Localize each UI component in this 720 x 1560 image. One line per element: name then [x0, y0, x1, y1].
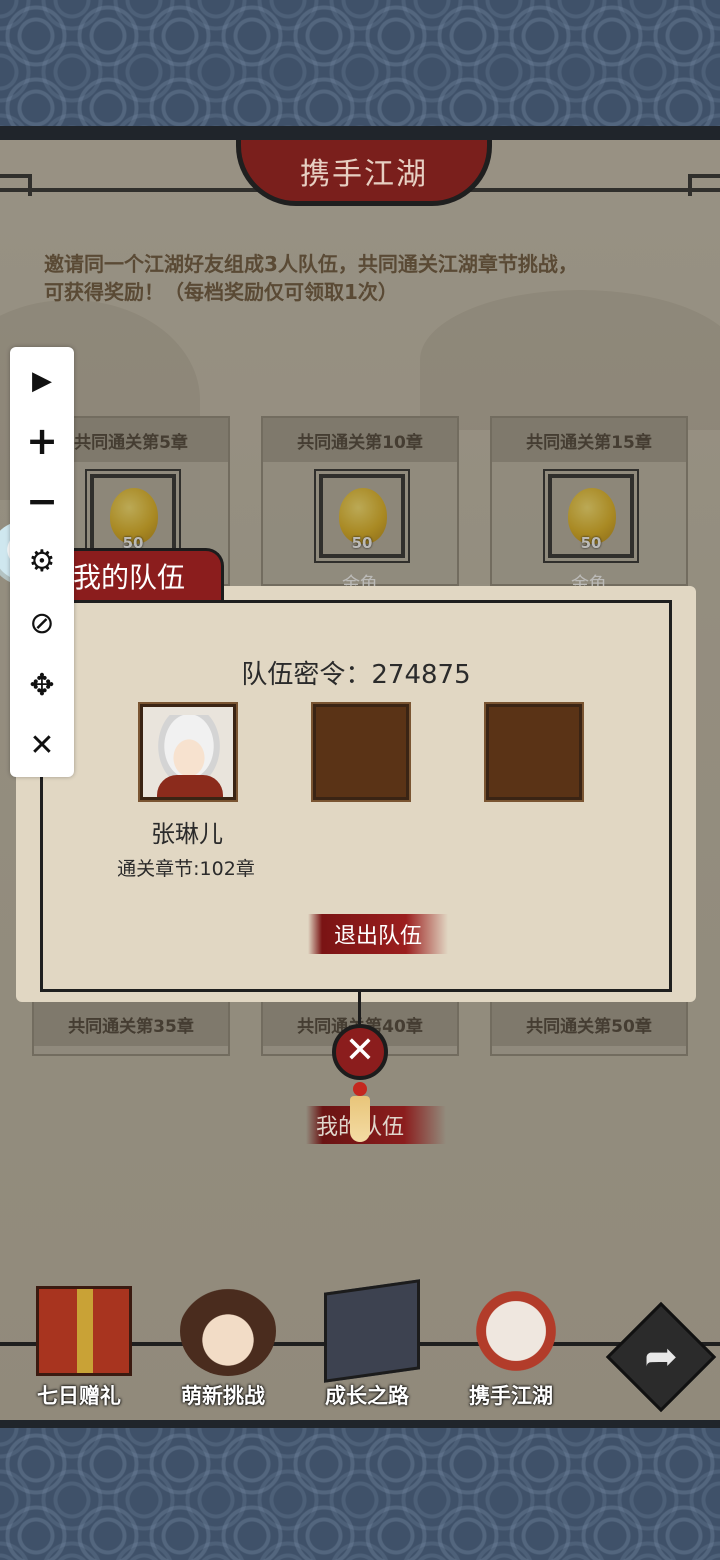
play-icon[interactable]: ▶	[10, 353, 74, 409]
handshake-icon	[468, 1286, 564, 1376]
zoom-in-icon[interactable]: +	[10, 413, 74, 469]
nav-label: 携手江湖	[469, 1384, 553, 1408]
nav-item-hand-in-hand[interactable]: 携手江湖	[446, 1280, 576, 1410]
team-slot-1[interactable]	[138, 702, 238, 802]
girl-avatar-icon	[180, 1286, 276, 1376]
my-team-button[interactable]: 我的队伍	[306, 1106, 446, 1144]
gift-icon	[36, 1286, 132, 1376]
member-avatar-robe	[157, 775, 223, 797]
close-toolbar-icon[interactable]: ✕	[10, 717, 74, 773]
top-pattern-band	[0, 0, 720, 128]
move-icon[interactable]: ✥	[10, 657, 74, 713]
tassel-decoration	[350, 1096, 370, 1142]
my-team-dialog: 队伍密令：274875 张琳儿 通关章节:102章 退出队伍	[16, 586, 696, 1002]
close-icon[interactable]: ✕	[332, 1024, 388, 1080]
team-code: 队伍密令：274875	[241, 660, 471, 690]
zoom-out-icon[interactable]: −	[10, 473, 74, 529]
hide-eye-icon[interactable]: ⊘	[10, 595, 74, 651]
team-slot-2-empty[interactable]	[311, 702, 411, 802]
top-divider	[0, 126, 720, 140]
book-icon	[324, 1279, 420, 1383]
event-description: 邀请同一个江湖好友组成3人队伍，共同通关江湖章节挑战， 可获得奖励！（每档奖励仅…	[44, 250, 684, 306]
floating-toolbar: ▶ + − ⚙ ⊘ ✥ ✕	[10, 347, 74, 777]
close-cord	[358, 992, 361, 1024]
description-line-1: 邀请同一个江湖好友组成3人队伍，共同通关江湖章节挑战，	[44, 252, 578, 276]
page-title: 携手江湖	[300, 156, 428, 192]
nav-label: 萌新挑战	[181, 1384, 265, 1408]
title-banner: 携手江湖	[236, 140, 492, 206]
tassel-bead	[353, 1082, 367, 1096]
leave-team-button[interactable]: 退出队伍	[308, 914, 448, 954]
nav-label: 七日赠礼	[37, 1384, 121, 1408]
nav-item-growth-path[interactable]: 成长之路	[302, 1279, 432, 1410]
description-line-2: 可获得奖励！（每档奖励仅可领取1次）	[44, 280, 398, 304]
share-arrow-icon: ➦	[644, 1334, 678, 1380]
member-name: 张琳儿	[151, 820, 223, 848]
bottom-pattern-band	[0, 1428, 720, 1560]
nav-item-newbie-challenge[interactable]: 萌新挑战	[158, 1280, 288, 1410]
nav-item-seven-day-gift[interactable]: 七日赠礼	[14, 1280, 144, 1410]
member-stage: 通关章节:102章	[117, 858, 255, 880]
nav-label: 成长之路	[325, 1384, 409, 1408]
team-slot-3-empty[interactable]	[484, 702, 584, 802]
settings-gear-icon[interactable]: ⚙	[10, 533, 74, 589]
